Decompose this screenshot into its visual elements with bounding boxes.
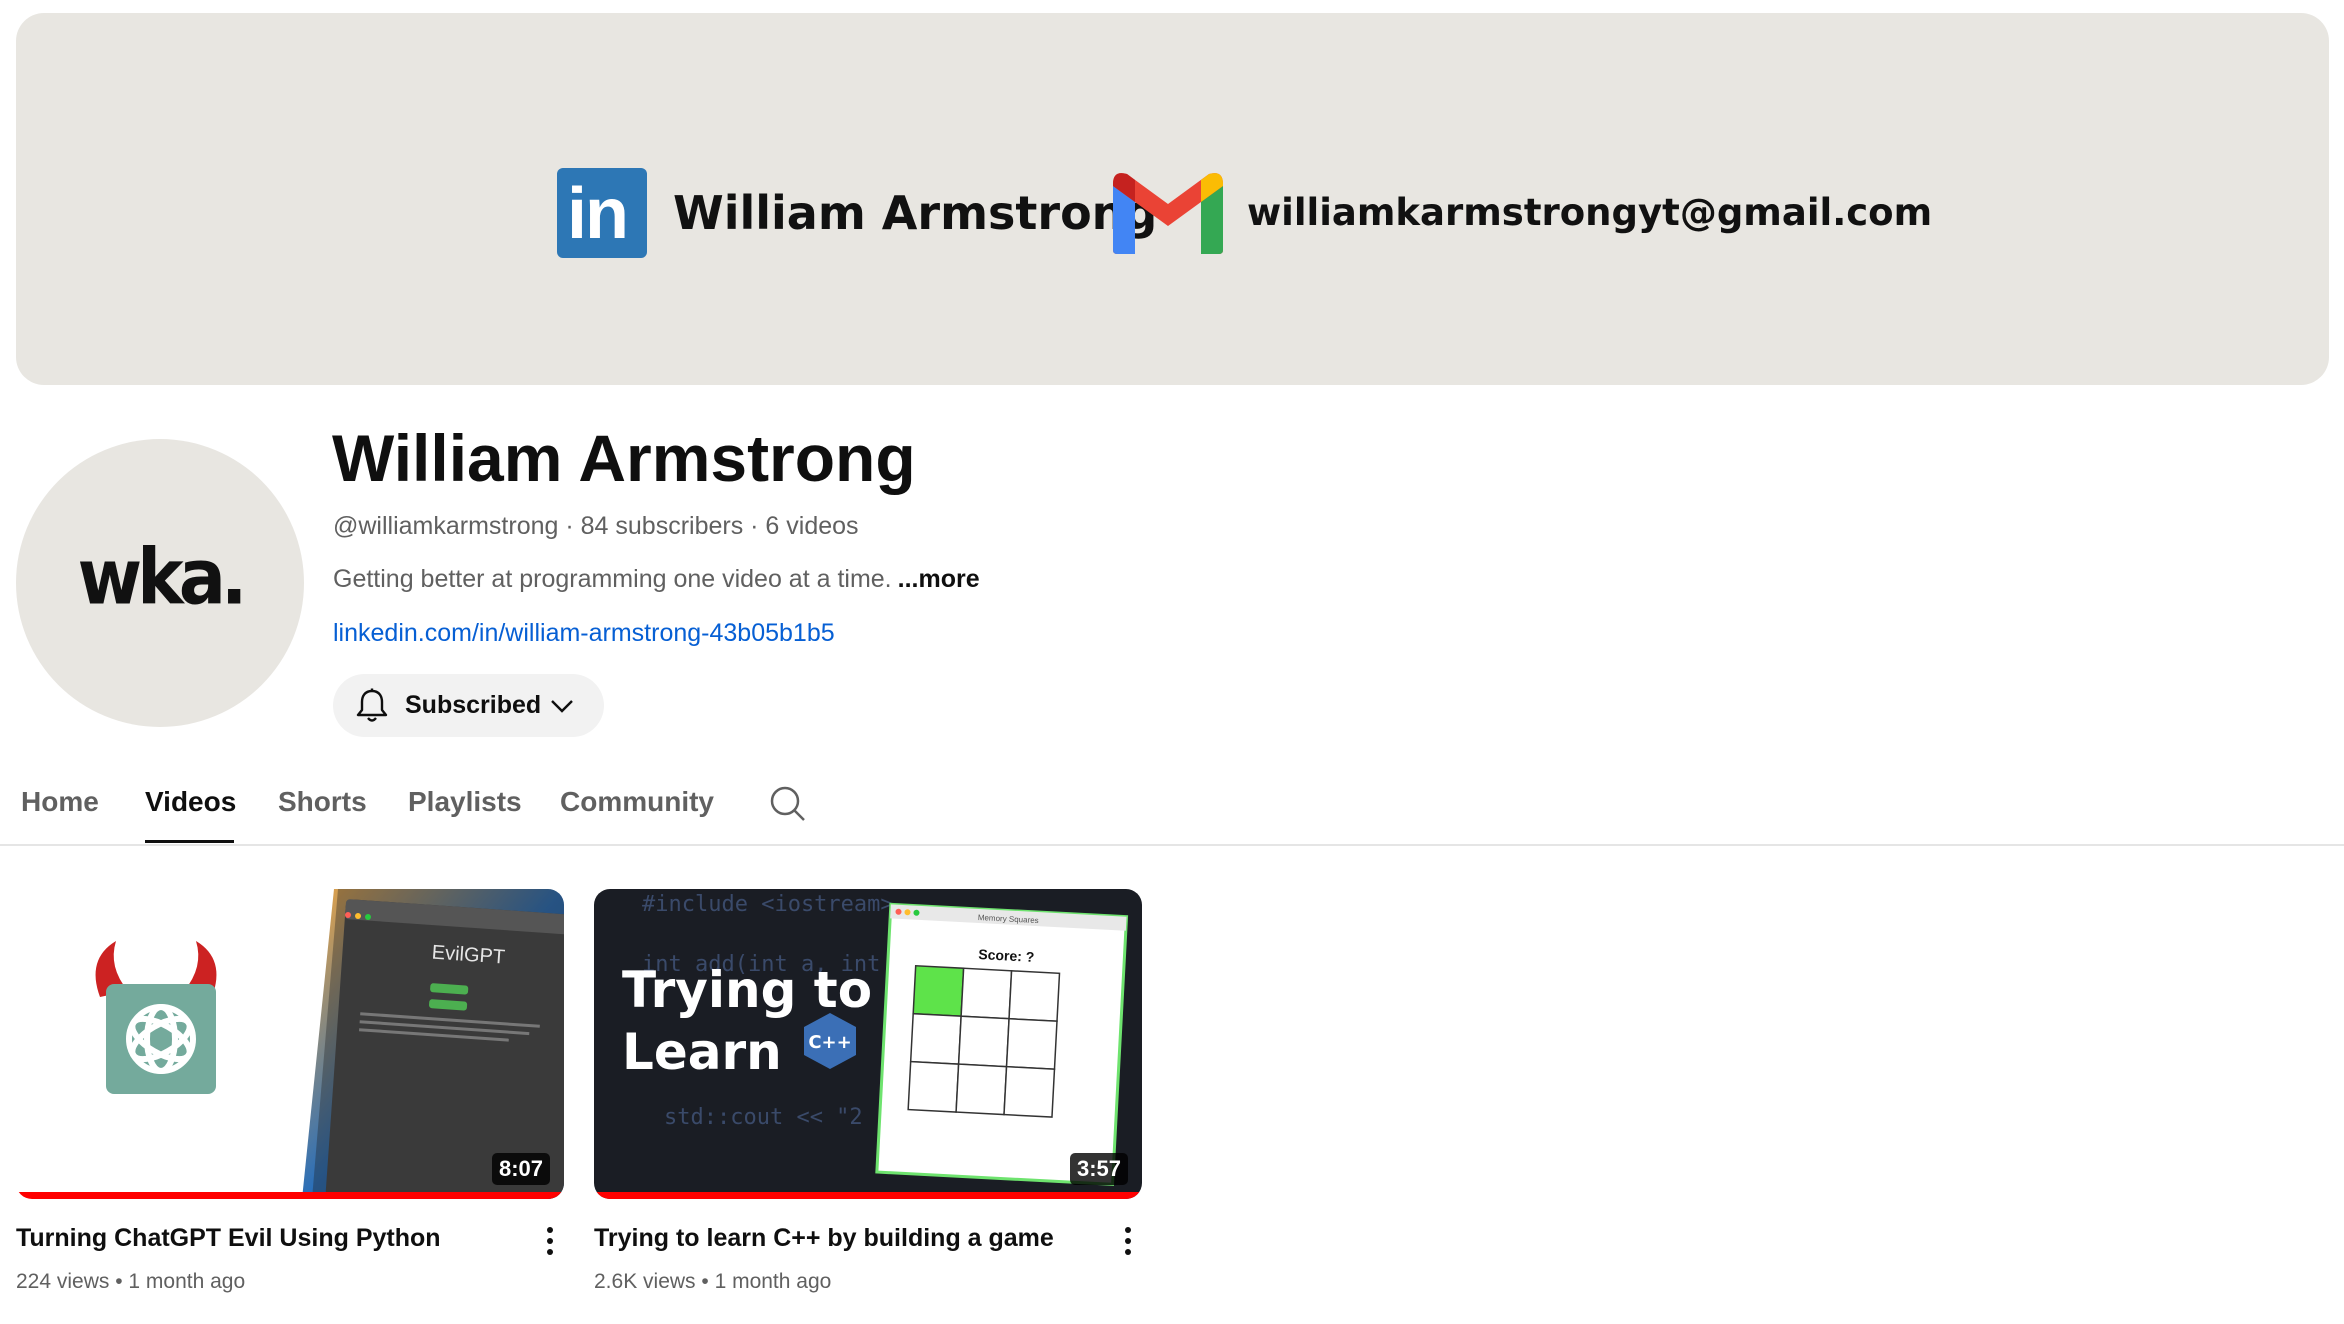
avatar-text: wka. xyxy=(77,531,247,623)
tabs-divider xyxy=(0,844,2344,846)
bell-icon xyxy=(356,688,388,722)
channel-description[interactable]: Getting better at programming one video … xyxy=(333,563,980,595)
search-icon[interactable] xyxy=(768,784,808,824)
subscribed-button[interactable]: Subscribed xyxy=(333,674,604,737)
linkedin-icon: in xyxy=(557,168,647,258)
tab-community[interactable]: Community xyxy=(560,784,714,820)
thumb-score: Score: ? xyxy=(978,946,1035,965)
evilgpt-thumbnail-art: EvilGPT xyxy=(16,889,564,1199)
tab-shorts[interactable]: Shorts xyxy=(278,784,367,820)
banner-name: William Armstrong xyxy=(673,186,1158,240)
tab-playlists[interactable]: Playlists xyxy=(408,784,522,820)
subscribed-label: Subscribed xyxy=(405,691,542,719)
description-text: Getting better at programming one video … xyxy=(333,565,892,593)
channel-meta: @williamkarmstrong · 84 subscribers · 6 … xyxy=(333,512,859,540)
tab-home[interactable]: Home xyxy=(21,784,99,820)
gmail-icon xyxy=(1113,173,1223,254)
active-tab-indicator xyxy=(145,840,234,843)
video-thumbnail[interactable]: EvilGPT 8:07 xyxy=(16,889,564,1199)
video-title[interactable]: Trying to learn C++ by building a game xyxy=(594,1222,1054,1254)
channel-banner: in William Armstrong williamkarmstrongyt… xyxy=(16,13,2329,385)
video-meta: 224 views • 1 month ago xyxy=(16,1270,246,1293)
video-duration: 3:57 xyxy=(1069,1153,1128,1185)
tab-videos[interactable]: Videos xyxy=(145,784,236,820)
thumb-line-1: Trying to xyxy=(622,961,872,1019)
watch-progress-bar xyxy=(16,1192,564,1199)
thumb-line-2: Learn xyxy=(622,1023,782,1081)
watch-progress-bar xyxy=(594,1192,1142,1199)
video-title[interactable]: Turning ChatGPT Evil Using Python xyxy=(16,1222,441,1254)
channel-name: William Armstrong xyxy=(332,421,916,495)
thumb-cpp-text: C++ xyxy=(808,1032,851,1053)
banner-email: williamkarmstrongyt@gmail.com xyxy=(1247,191,1933,234)
more-actions-icon[interactable] xyxy=(1116,1224,1140,1258)
chevron-down-icon xyxy=(551,700,573,713)
thumb-code-line: std::cout << "2 xyxy=(664,1105,863,1130)
cpp-thumbnail-art: #include <iostream> int add(int a, int b… xyxy=(594,889,1142,1199)
channel-avatar[interactable]: wka. xyxy=(16,439,304,727)
more-actions-icon[interactable] xyxy=(538,1224,562,1258)
video-meta: 2.6K views • 1 month ago xyxy=(594,1270,832,1293)
video-duration: 8:07 xyxy=(491,1153,550,1185)
more-link[interactable]: ...more xyxy=(898,565,980,593)
channel-link[interactable]: linkedin.com/in/william-armstrong-43b05b… xyxy=(333,617,835,649)
video-thumbnail[interactable]: #include <iostream> int add(int a, int b… xyxy=(594,889,1142,1199)
thumb-code-line: #include <iostream> xyxy=(642,892,894,917)
